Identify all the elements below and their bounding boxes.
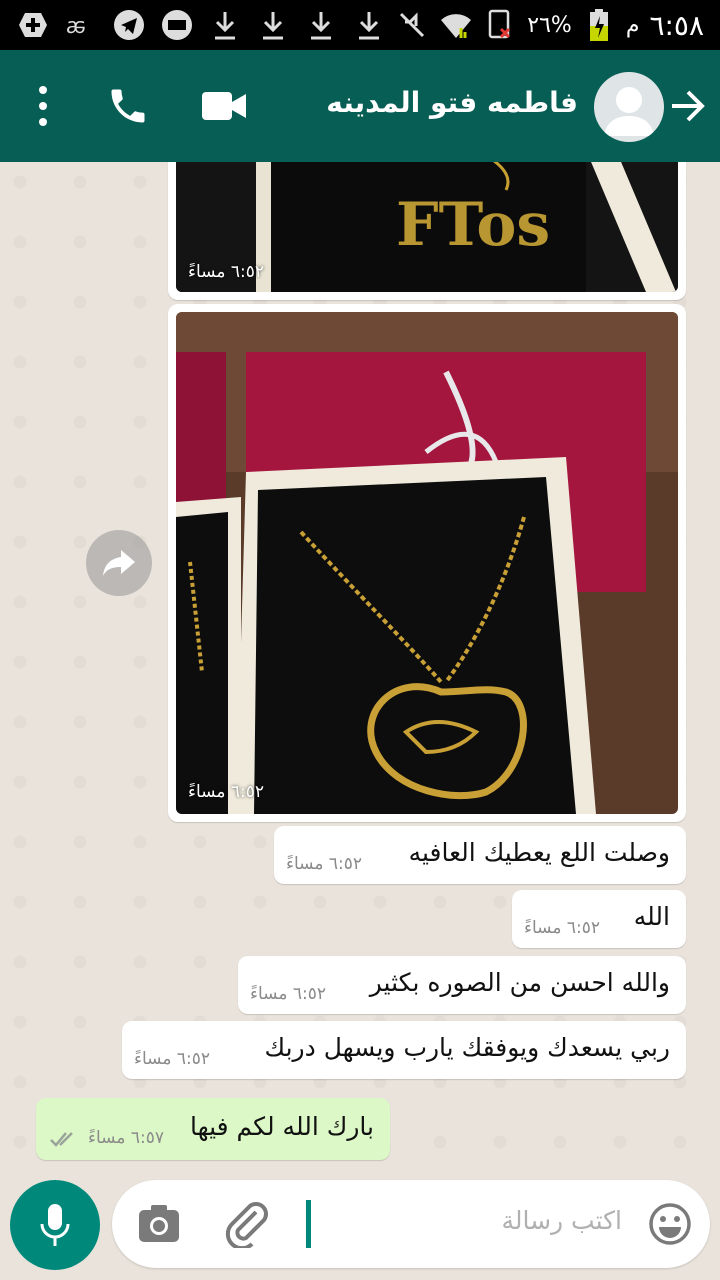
incoming-message[interactable]: وصلت اللع يعطيك العافيه ٦:٥٢ مساءً — [274, 826, 686, 884]
call-icon[interactable] — [106, 84, 150, 128]
message-time: ٦:٥٢ مساءً — [250, 984, 326, 1004]
mic-button[interactable] — [10, 1180, 100, 1270]
battery-icon — [582, 8, 616, 42]
attachment-icon[interactable] — [222, 1200, 270, 1251]
download-icon — [256, 8, 290, 42]
message-time: ٦:٥٢ مساءً — [524, 918, 600, 938]
message-text: وصلت اللع يعطيك العافيه — [408, 838, 670, 867]
text-caret — [306, 1200, 311, 1248]
contact-name[interactable]: فاطمه فتو المدينه — [326, 86, 578, 119]
image-message[interactable]: FTos ٦:٥٢ مساءً — [168, 162, 686, 300]
incoming-message[interactable]: الله ٦:٥٢ مساءً — [512, 890, 686, 948]
message-input-box[interactable]: اكتب رسالة — [112, 1180, 710, 1268]
status-bar: ꬱ ٢٦% م ٦:٥٨ — [0, 0, 720, 50]
outgoing-message[interactable]: بارك الله لكم فيها ٦:٥٧ مساءً — [36, 1098, 390, 1160]
download-icon — [208, 8, 242, 42]
necklace-photo-1[interactable]: FTos ٦:٥٢ مساءً — [176, 162, 678, 292]
app-icon: ꬱ — [64, 8, 98, 42]
forward-button[interactable] — [86, 530, 152, 596]
message-time: ٦:٥٢ مساءً — [188, 782, 264, 802]
video-call-icon[interactable] — [200, 86, 248, 126]
status-time: ٦:٥٨ — [649, 8, 704, 42]
message-text: بارك الله لكم فيها — [189, 1112, 374, 1141]
battery-percent: ٢٦% — [527, 12, 572, 38]
avatar[interactable] — [594, 72, 664, 142]
keyboard-icon — [160, 8, 194, 42]
message-time: ٦:٥٢ مساءً — [134, 1049, 210, 1069]
message-input[interactable]: اكتب رسالة — [501, 1206, 622, 1235]
status-ampm: م — [625, 12, 640, 38]
add-icon — [16, 8, 50, 42]
download-icon — [352, 8, 386, 42]
wifi-icon — [439, 8, 473, 42]
incoming-message[interactable]: والله احسن من الصوره بكثير ٦:٥٢ مساءً — [238, 956, 686, 1014]
sim-icon — [483, 8, 517, 42]
mute-icon — [395, 8, 429, 42]
read-ticks-icon — [50, 1132, 73, 1147]
telegram-icon — [112, 8, 146, 42]
svg-text:ꬱ: ꬱ — [66, 14, 86, 37]
message-text: والله احسن من الصوره بكثير — [369, 968, 670, 997]
image-message[interactable]: ٦:٥٢ مساءً — [168, 304, 686, 822]
message-time: ٦:٥٢ مساءً — [188, 262, 264, 282]
back-arrow-icon[interactable] — [668, 88, 708, 124]
input-bar: اكتب رسالة — [0, 1180, 720, 1280]
emoji-icon[interactable] — [648, 1202, 692, 1246]
camera-icon[interactable] — [138, 1204, 180, 1244]
chat-header: فاطمه فتو المدينه — [0, 50, 720, 162]
message-text: الله — [633, 902, 670, 931]
message-text: ربي يسعدك ويوفقك يارب ويسهل دربك — [264, 1033, 670, 1062]
message-time: ٦:٥٧ مساءً — [88, 1128, 164, 1148]
chat-area[interactable]: FTos ٦:٥٢ مساءً ٦:٥٢ مساءً وصلت اللع يعط… — [0, 162, 720, 1180]
message-time: ٦:٥٢ مساءً — [286, 854, 362, 874]
incoming-message[interactable]: ربي يسعدك ويوفقك يارب ويسهل دربك ٦:٥٢ مس… — [122, 1021, 686, 1079]
svg-text:FTos: FTos — [396, 190, 550, 260]
download-icon — [304, 8, 338, 42]
necklace-photo-2[interactable]: ٦:٥٢ مساءً — [176, 312, 678, 814]
mic-icon — [40, 1204, 70, 1246]
menu-icon[interactable] — [28, 86, 58, 126]
